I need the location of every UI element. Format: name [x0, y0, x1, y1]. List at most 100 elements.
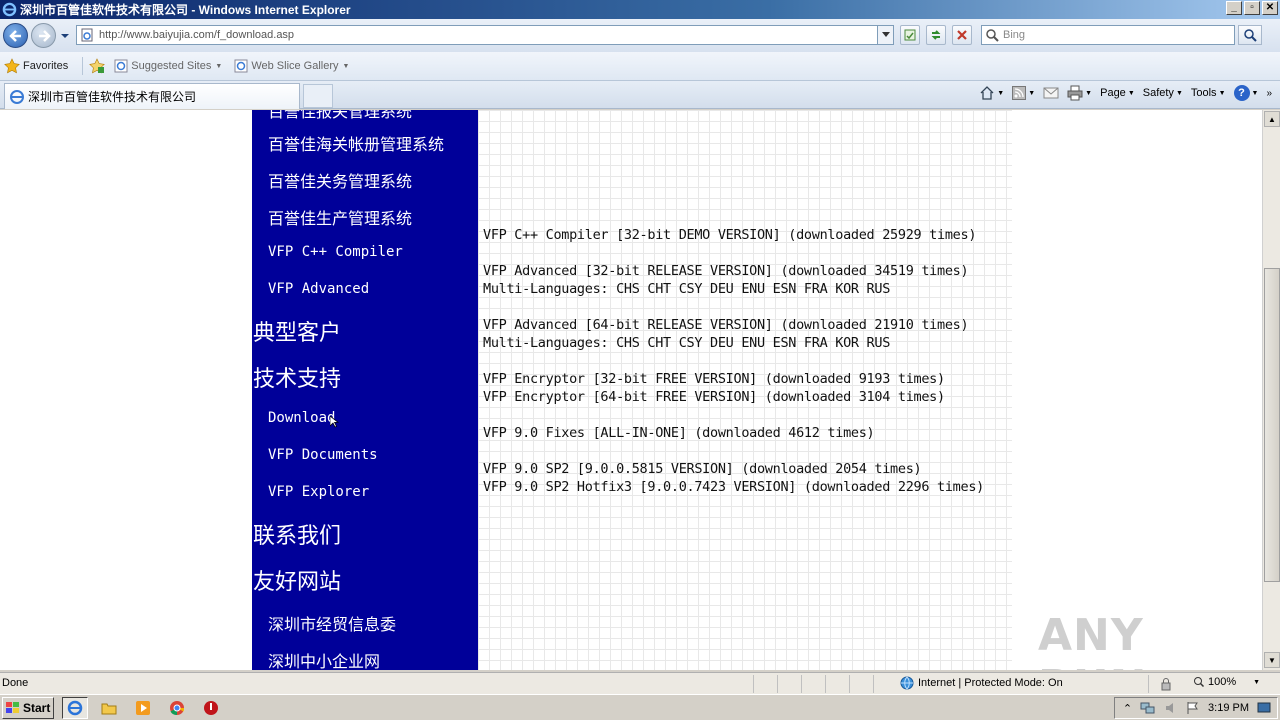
web-slice-gallery-label: Web Slice Gallery	[251, 60, 339, 72]
taskbar-explorer-button[interactable]	[96, 697, 122, 719]
tools-menu[interactable]: Tools ▼	[1191, 87, 1226, 99]
zone-text: Internet | Protected Mode: On	[918, 677, 1063, 689]
tab-bar: 深圳市百管佳软件技术有限公司 ▼ ▼ ▼ Page ▼ Safety ▼ Too…	[0, 81, 1280, 109]
restore-button[interactable]: ▫	[1244, 1, 1260, 15]
scroll-up-button[interactable]: ▲	[1264, 111, 1280, 127]
toolbar-separator	[82, 57, 84, 75]
add-to-favorites-bar-button[interactable]	[89, 58, 108, 74]
flag-icon[interactable]	[1186, 701, 1200, 715]
mail-icon	[1043, 87, 1059, 99]
help-menu[interactable]: ? ▼	[1233, 85, 1259, 101]
page-content: 百誉佳报关管理系统 百誉佳海关帐册管理系统 百誉佳关务管理系统 百誉佳生产管理系…	[0, 110, 1262, 670]
help-icon: ?	[1233, 85, 1250, 101]
languages-line: Multi-Languages: CHS CHT CSY DEU ENU ESN…	[483, 281, 891, 297]
download-link-vfp-advanced-64[interactable]: VFP Advanced [64-bit RELEASE VERSION] (d…	[483, 317, 969, 333]
recent-pages-dropdown-icon[interactable]	[59, 31, 71, 41]
chevron-down-icon: ▼	[1251, 89, 1259, 97]
minimize-button[interactable]: _	[1226, 1, 1242, 15]
heading-links[interactable]: 友好网站	[253, 564, 341, 596]
download-link-vfp-advanced-32[interactable]: VFP Advanced [32-bit RELEASE VERSION] (d…	[483, 263, 969, 279]
download-link-vfp-compiler[interactable]: VFP C++ Compiler [32-bit DEMO VERSION] (…	[483, 227, 976, 243]
refresh-button[interactable]	[926, 25, 946, 45]
status-pane	[873, 675, 897, 693]
zoom-control[interactable]: 100% ▼	[1193, 676, 1260, 688]
nav-item-vfp-compiler[interactable]: VFP C++ Compiler	[268, 244, 403, 260]
nav-item-vfp-advanced[interactable]: VFP Advanced	[268, 281, 369, 297]
network-icon[interactable]	[1140, 701, 1156, 715]
chevron-down-icon: ▼	[1218, 89, 1226, 97]
nav-item-production[interactable]: 百誉佳生产管理系统	[268, 205, 412, 229]
stop-button[interactable]	[952, 25, 972, 45]
tray-expand-icon[interactable]: ⌃	[1123, 702, 1132, 715]
nav-item-vfp-documents[interactable]: VFP Documents	[268, 447, 378, 463]
chevron-down-icon: ▼	[1127, 89, 1135, 97]
url-dropdown-button[interactable]	[877, 26, 893, 44]
scroll-down-button[interactable]: ▼	[1264, 652, 1280, 668]
taskbar-chrome-button[interactable]	[164, 697, 190, 719]
ie-icon	[67, 700, 83, 716]
read-mail-button[interactable]	[1043, 86, 1059, 100]
chrome-icon	[170, 701, 185, 716]
status-pane	[801, 675, 825, 693]
security-zone[interactable]: Internet | Protected Mode: On	[900, 676, 1063, 690]
download-link-encryptor-32[interactable]: VFP Encryptor [32-bit FREE VERSION] (dow…	[483, 371, 945, 387]
heading-support[interactable]: 技术支持	[253, 361, 341, 393]
taskbar-ie-button[interactable]	[62, 697, 88, 719]
volume-icon[interactable]	[1164, 701, 1178, 715]
globe-icon	[900, 676, 914, 690]
nav-item-download[interactable]: Download	[268, 410, 335, 426]
chevron-down-icon: ▼	[1028, 89, 1036, 97]
forward-button[interactable]	[31, 23, 56, 48]
start-button[interactable]: Start	[2, 697, 54, 719]
home-button[interactable]: ▼	[979, 85, 1004, 101]
nav-item-link-sme[interactable]: 深圳中小企业网	[268, 648, 380, 670]
nav-item-partial[interactable]: 百誉佳报关管理系统	[268, 110, 412, 122]
tab-active[interactable]: 深圳市百管佳软件技术有限公司	[4, 83, 300, 109]
download-link-vfp9-sp2-hotfix3[interactable]: VFP 9.0 SP2 Hotfix3 [9.0.0.7423 VERSION]…	[483, 479, 984, 495]
nav-item-vfp-explorer[interactable]: VFP Explorer	[268, 484, 369, 500]
nav-item-customs-ledger[interactable]: 百誉佳海关帐册管理系统	[268, 131, 444, 155]
compatibility-view-button[interactable]	[900, 25, 920, 45]
safety-menu[interactable]: Safety ▼	[1143, 87, 1183, 99]
heading-customers[interactable]: 典型客户	[253, 315, 341, 347]
search-field[interactable]: Bing	[981, 25, 1235, 45]
feeds-button[interactable]: ▼	[1012, 86, 1035, 100]
system-tray: ⌃ 3:19 PM	[1113, 697, 1278, 719]
chevron-down-icon: ▼	[1253, 678, 1261, 686]
suggested-sites-link[interactable]: Suggested Sites ▼	[114, 59, 222, 73]
add-favorite-icon	[89, 58, 106, 74]
watermark: ANY RUN	[1038, 610, 1262, 670]
windows-logo-icon	[6, 702, 19, 713]
vertical-scrollbar[interactable]: ▲ ▼	[1262, 110, 1280, 670]
nav-item-customs-affairs[interactable]: 百誉佳关务管理系统	[268, 168, 412, 192]
nav-item-link-trade[interactable]: 深圳市经贸信息委	[268, 611, 396, 635]
taskbar-security-app-button[interactable]	[198, 697, 224, 719]
address-field[interactable]: http://www.baiyujia.com/f_download.asp	[76, 25, 894, 45]
download-link-encryptor-64[interactable]: VFP Encryptor [64-bit FREE VERSION] (dow…	[483, 389, 945, 405]
web-slice-gallery-link[interactable]: Web Slice Gallery ▼	[234, 59, 349, 73]
download-link-vfp9-fixes[interactable]: VFP 9.0 Fixes [ALL-IN-ONE] (downloaded 4…	[483, 425, 875, 441]
search-button[interactable]	[1238, 25, 1262, 45]
page-menu[interactable]: Page ▼	[1100, 87, 1135, 99]
scroll-thumb[interactable]	[1264, 268, 1280, 582]
more-commands-chevron-icon[interactable]: »	[1266, 88, 1272, 99]
quick-launch	[62, 697, 224, 719]
heading-contact[interactable]: 联系我们	[253, 518, 341, 550]
title-bar: 深圳市百管佳软件技术有限公司 - Windows Internet Explor…	[0, 0, 1280, 19]
chevron-down-icon	[881, 32, 890, 37]
languages-line: Multi-Languages: CHS CHT CSY DEU ENU ESN…	[483, 335, 891, 351]
protected-mode-pane[interactable]	[1148, 675, 1193, 693]
magnifier-icon	[1244, 29, 1257, 42]
clock[interactable]: 3:19 PM	[1208, 702, 1249, 714]
favorites-button[interactable]: Favorites	[4, 58, 68, 74]
close-button[interactable]: ✕	[1262, 1, 1278, 15]
suggested-sites-label: Suggested Sites	[131, 60, 212, 72]
new-tab-button[interactable]	[303, 84, 333, 108]
download-link-vfp9-sp2[interactable]: VFP 9.0 SP2 [9.0.0.5815 VERSION] (downlo…	[483, 461, 922, 477]
print-button[interactable]: ▼	[1067, 85, 1092, 101]
taskbar: Start ⌃ 3:19 PM	[0, 694, 1280, 720]
back-button[interactable]	[3, 23, 28, 48]
taskbar-media-player-button[interactable]	[130, 697, 156, 719]
show-desktop-icon[interactable]	[1257, 701, 1271, 715]
folder-icon	[101, 703, 117, 715]
